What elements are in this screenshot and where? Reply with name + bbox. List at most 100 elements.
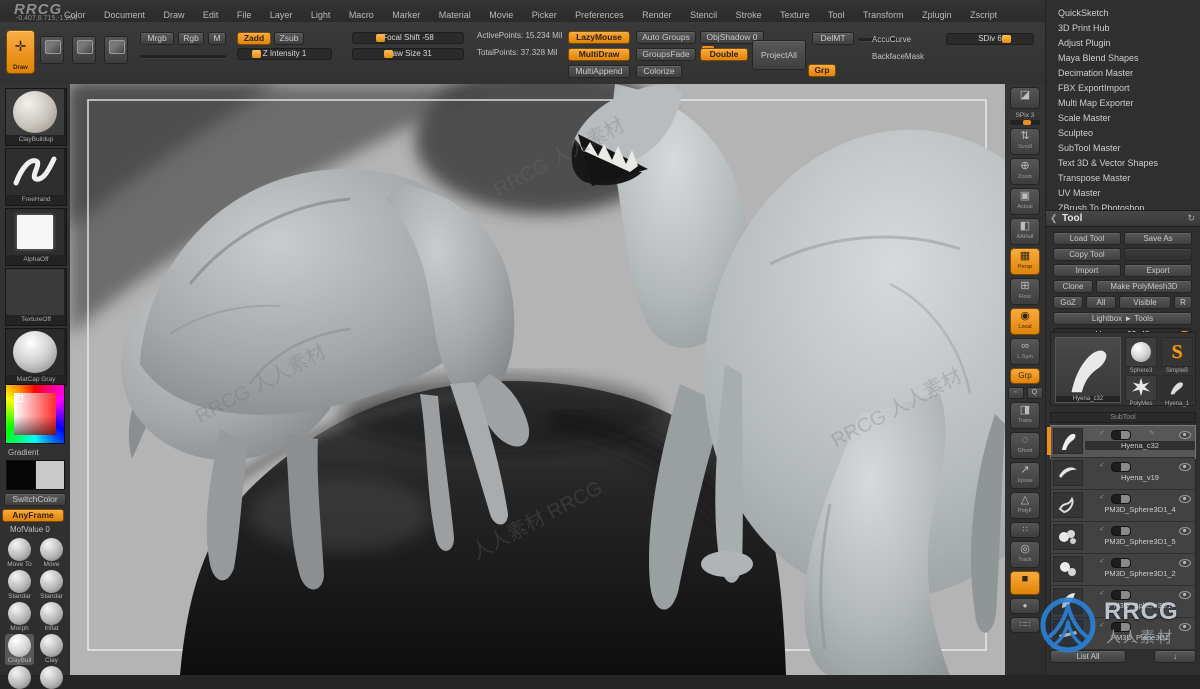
export-button[interactable]: Export bbox=[1124, 264, 1192, 277]
scroll-down-button[interactable]: ↓ bbox=[1154, 650, 1196, 663]
menu-picker[interactable]: Picker bbox=[532, 10, 557, 20]
anyframe-button[interactable]: AnyFrame bbox=[2, 509, 64, 522]
make-polymesh3d-button[interactable]: Make PolyMesh3D bbox=[1096, 280, 1192, 293]
menu-render[interactable]: Render bbox=[642, 10, 672, 20]
clone-button[interactable]: Clone bbox=[1053, 280, 1093, 293]
plugin-uv-master[interactable]: UV Master bbox=[1058, 186, 1158, 201]
visibility-eye-icon[interactable] bbox=[1179, 559, 1191, 567]
plugin-decimation-master[interactable]: Decimation Master bbox=[1058, 66, 1158, 81]
paste-tool-button[interactable] bbox=[1124, 248, 1192, 261]
local-button[interactable]: ◉Local bbox=[1010, 308, 1040, 335]
subtool-thumb[interactable] bbox=[1053, 620, 1083, 646]
zsub-button[interactable]: Zsub bbox=[274, 32, 304, 45]
menu-macro[interactable]: Macro bbox=[349, 10, 374, 20]
switchcolor-button[interactable]: SwitchColor bbox=[4, 493, 66, 506]
goz-button[interactable]: GoZ bbox=[1053, 296, 1083, 309]
visibility-eye-icon[interactable] bbox=[1179, 431, 1191, 439]
spix-slider[interactable] bbox=[1010, 120, 1040, 125]
subtool-thumb[interactable] bbox=[1053, 492, 1083, 518]
menu-texture[interactable]: Texture bbox=[780, 10, 810, 20]
quick-brush-partial-2[interactable] bbox=[37, 666, 66, 689]
copy-tool-button[interactable]: Copy Tool bbox=[1053, 248, 1121, 261]
groupsfade-button[interactable]: GroupsFade bbox=[636, 48, 696, 61]
link-grid-button[interactable]: ∷ bbox=[1010, 522, 1040, 538]
secondary-color-swatch[interactable] bbox=[35, 460, 65, 490]
track-button[interactable]: ◎Track bbox=[1010, 541, 1040, 568]
magnify-mini-button[interactable]: Q bbox=[1027, 387, 1043, 399]
quick-brush-claybuildup[interactable]: ClayBuil bbox=[5, 634, 34, 665]
tool-thumb-sphere3d[interactable]: Sphere3 bbox=[1125, 337, 1157, 367]
delmt-button[interactable]: DelMT bbox=[812, 32, 854, 45]
menu-marker[interactable]: Marker bbox=[392, 10, 420, 20]
tool-palette-header[interactable]: ❮ Tool ↻ bbox=[1046, 210, 1200, 227]
r-button[interactable]: R bbox=[1174, 296, 1192, 309]
eye-toggle-icon[interactable] bbox=[1111, 430, 1131, 440]
menu-material[interactable]: Material bbox=[439, 10, 471, 20]
gradient-button[interactable]: Gradient bbox=[8, 448, 39, 457]
menu-zscript[interactable]: Zscript bbox=[970, 10, 997, 20]
subtool-row-sphere-5[interactable]: ✓ PM3D_Sphere3D1_5 bbox=[1051, 522, 1195, 554]
rgb-intensity-track[interactable] bbox=[140, 55, 226, 58]
draw-mode-button[interactable]: ✛ Draw bbox=[6, 30, 35, 74]
sdiv-slider[interactable]: SDiv 6 bbox=[946, 33, 1034, 45]
projectall-button[interactable]: ProjectAll bbox=[752, 40, 806, 70]
document-viewport[interactable]: RRCG 人人素材 RRCG 人人素材 人人素材 RRCG RRCG 人人素材 bbox=[70, 84, 1005, 675]
subtool-row-hyena-c32[interactable]: ✓✎ Hyena_c32 bbox=[1051, 426, 1195, 458]
rgb-button[interactable]: Rgb bbox=[178, 32, 204, 45]
goz-all-button[interactable]: All bbox=[1086, 296, 1116, 309]
lazymouse-button[interactable]: LazyMouse bbox=[568, 31, 630, 44]
plugin-adjust[interactable]: Adjust Plugin bbox=[1058, 36, 1158, 51]
menu-file[interactable]: File bbox=[237, 10, 252, 20]
slider-handle[interactable] bbox=[1002, 35, 1011, 43]
accucurve-button[interactable]: AccuCurve bbox=[872, 35, 911, 44]
plugin-multi-map-exporter[interactable]: Multi Map Exporter bbox=[1058, 96, 1158, 111]
visibility-eye-icon[interactable] bbox=[1179, 623, 1191, 631]
plugin-scale-master[interactable]: Scale Master bbox=[1058, 111, 1158, 126]
menu-stroke[interactable]: Stroke bbox=[736, 10, 762, 20]
current-stroke-thumbnail[interactable]: FreeHand bbox=[5, 148, 67, 206]
plugin-text3d[interactable]: Text 3D & Vector Shapes bbox=[1058, 156, 1158, 171]
menu-edit[interactable]: Edit bbox=[203, 10, 219, 20]
zadd-button[interactable]: Zadd bbox=[237, 32, 271, 45]
mrgb-button[interactable]: Mrgb bbox=[140, 32, 174, 45]
move-mode-button[interactable] bbox=[40, 36, 64, 64]
menu-stencil[interactable]: Stencil bbox=[690, 10, 717, 20]
aahalf-button[interactable]: ◧AAHalf bbox=[1010, 218, 1040, 245]
rotate-mode-button[interactable] bbox=[104, 36, 128, 64]
color-picker[interactable] bbox=[5, 384, 65, 444]
subtool-row-hyena-v19[interactable]: ✓ Hyena_v19 bbox=[1051, 458, 1195, 490]
tool-thumb-simplebrush[interactable]: SSimpleB bbox=[1161, 337, 1193, 367]
bpr-render-button[interactable]: ◪ bbox=[1010, 87, 1040, 109]
quick-brush-standard-2[interactable]: Standar bbox=[37, 570, 66, 601]
solo-button[interactable]: ■ bbox=[1010, 571, 1040, 595]
menu-movie[interactable]: Movie bbox=[489, 10, 513, 20]
plugin-quicksketch[interactable]: QuickSketch bbox=[1058, 6, 1158, 21]
subtool-thumb[interactable] bbox=[1053, 588, 1083, 614]
polyf-button[interactable]: △PolyF bbox=[1010, 492, 1040, 519]
mofvalue-slider[interactable]: MofValue 0 bbox=[10, 525, 50, 534]
plugin-subtool-master[interactable]: SubTool Master bbox=[1058, 141, 1158, 156]
dots-grid-button[interactable]: ∷∷ bbox=[1010, 617, 1040, 633]
subtool-thumb[interactable] bbox=[1053, 524, 1083, 550]
subtool-row-sphere-2[interactable]: ✓ PM3D_Sphere3D1_2 bbox=[1051, 554, 1195, 586]
plugin-transpose-master[interactable]: Transpose Master bbox=[1058, 171, 1158, 186]
visibility-eye-icon[interactable] bbox=[1179, 591, 1191, 599]
z-intensity-slider[interactable]: Z Intensity 1 bbox=[237, 48, 332, 60]
double-button[interactable]: Double bbox=[700, 48, 748, 61]
eye-toggle-icon[interactable] bbox=[1111, 622, 1131, 632]
transp-button[interactable]: ◨Trans bbox=[1010, 402, 1040, 429]
tool-thumb-polymesh[interactable]: PolyMes bbox=[1125, 375, 1157, 401]
draw-size-slider[interactable]: Draw Size 31 bbox=[352, 48, 464, 60]
grp-shelf-button[interactable]: Grp bbox=[1010, 368, 1040, 384]
slider-handle[interactable] bbox=[1023, 120, 1031, 125]
eye-toggle-icon[interactable] bbox=[1111, 590, 1131, 600]
pivot-mini-button[interactable]: ◦ bbox=[1008, 387, 1024, 399]
quick-brush-partial-1[interactable] bbox=[5, 666, 34, 689]
multidraw-button[interactable]: MultiDraw bbox=[568, 48, 630, 61]
xpose-button[interactable]: ↗Xpose bbox=[1010, 462, 1040, 489]
quick-brush-inflat[interactable]: Inflat bbox=[37, 602, 66, 633]
actual-button[interactable]: ▣Actual bbox=[1010, 188, 1040, 215]
zoom-button[interactable]: ⊕Zoom bbox=[1010, 158, 1040, 185]
quick-brush-move[interactable]: Move bbox=[37, 538, 66, 569]
subtool-section-header[interactable]: SubTool bbox=[1050, 412, 1196, 423]
